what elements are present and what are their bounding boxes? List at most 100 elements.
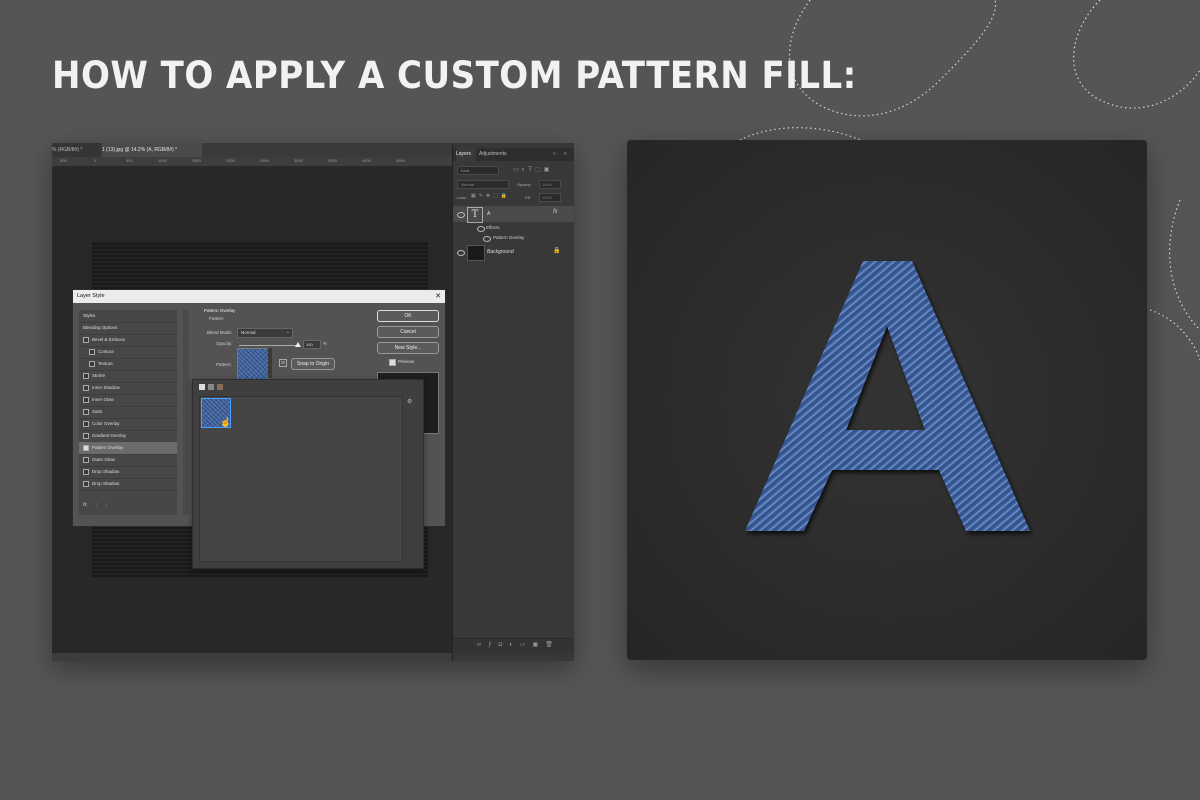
cancel-button[interactable]: Cancel [377, 326, 439, 338]
tab-adjustments[interactable]: Adjustments [479, 148, 513, 161]
text-layer-thumbnail-icon: T [467, 207, 483, 223]
styles-list: Styles Blending Options Bevel & Emboss C… [79, 310, 177, 515]
checkbox[interactable] [83, 456, 89, 463]
style-label: Texture [98, 361, 113, 366]
pattern-swatch[interactable] [237, 348, 269, 380]
style-label: Inner Glow [92, 397, 114, 402]
style-item-drop-shadow[interactable]: Drop Shadow [79, 478, 177, 491]
panel-menu-icon[interactable]: ≡ [564, 148, 574, 161]
checkbox[interactable] [83, 480, 89, 487]
style-label: Drop Shadow [92, 481, 120, 486]
list-view-icon[interactable] [208, 384, 214, 390]
document-tab[interactable]: % (RGB/8#) * [52, 143, 100, 157]
layer-row-a[interactable]: T A fx [453, 206, 574, 223]
style-label: Outer Glow [92, 457, 115, 462]
checkbox[interactable] [83, 336, 89, 343]
checkbox[interactable] [83, 432, 89, 439]
fx-menu-icon[interactable]: fx [83, 502, 87, 508]
document-tab-bar: % (RGB/8#) * 1 (13).jpg @ 14.2% (A, RGB/… [52, 143, 452, 157]
layer-action-icons[interactable]: ∞ƒ◘◐▭▣🗑 [477, 641, 560, 648]
opacity-label: Opacity: [216, 341, 233, 346]
ruler-label: 2000 [226, 158, 235, 163]
opacity-field[interactable]: 100% [539, 180, 561, 189]
checkbox[interactable] [83, 372, 89, 379]
kind-filter-select[interactable]: Kind [457, 166, 499, 175]
pattern-grid: ☝ [199, 396, 403, 562]
fx-icon[interactable]: fx [553, 209, 558, 215]
blend-mode-label: Blend Mode: [207, 330, 233, 335]
effect-eye-icon[interactable] [483, 236, 491, 242]
ruler-label: 500 [60, 158, 67, 163]
blend-mode-value: Normal [241, 330, 256, 335]
photoshop-window: % (RGB/8#) * 1 (13).jpg @ 14.2% (A, RGB/… [52, 143, 574, 661]
new-style-button[interactable]: New Style... [377, 342, 439, 354]
ok-button[interactable]: OK [377, 310, 439, 322]
blend-mode-dropdown[interactable]: Normal ⌄ [237, 328, 293, 338]
gear-icon[interactable]: ⚙ [407, 398, 412, 405]
dialog-title-bar: Layer Style [73, 290, 445, 303]
scroll-divider [183, 310, 189, 515]
denim-letter-graphic [627, 140, 1147, 660]
hand-cursor-icon: ☝ [220, 417, 232, 427]
pattern-dropdown-arrow[interactable] [268, 348, 272, 378]
preview-label: Preview [398, 359, 415, 364]
style-label: Color Overlay [92, 421, 120, 426]
checkbox[interactable] [83, 384, 89, 391]
lock-icon: 🔒 [553, 248, 561, 254]
opacity-input[interactable]: 100 [303, 340, 321, 349]
style-label: Blending Options [83, 325, 118, 330]
effects-row[interactable]: Effects [453, 223, 574, 233]
style-label: Styles [83, 313, 96, 318]
effects-eye-icon[interactable] [477, 226, 485, 232]
layer-row-background[interactable]: Background 🔒 [453, 244, 574, 261]
panel-collapse-icon[interactable]: » [553, 148, 563, 161]
preview-checkbox[interactable] [389, 359, 396, 366]
blend-mode-select[interactable]: Normal [457, 180, 509, 189]
layer-name: A [487, 211, 491, 217]
horizontal-ruler: 500 0 500 1000 1500 2000 2500 3000 3500 … [52, 157, 452, 167]
effects-label: Effects [486, 225, 500, 230]
document-tab-active[interactable]: 1 (13).jpg @ 14.2% (A, RGB/8#) * [102, 143, 202, 157]
style-label: Pattern Overlay [92, 445, 124, 450]
layers-panel: Layers Adjustments » ≡ Kind ▭◐T⬚▣ Normal… [452, 143, 574, 661]
pattern-overlay-effect-row[interactable]: Pattern Overlay [453, 233, 574, 243]
style-label: Stroke [92, 373, 106, 378]
checkbox[interactable] [89, 348, 95, 355]
visibility-eye-icon[interactable] [457, 212, 465, 218]
fill-value: 100% [542, 195, 553, 200]
tab-layers[interactable]: Layers [456, 148, 476, 161]
dialog-title: Layer Style [77, 293, 105, 299]
visibility-eye-icon[interactable] [457, 250, 465, 256]
checkbox[interactable] [83, 420, 89, 427]
ruler-label: 4500 [396, 158, 405, 163]
layer-filter-row: Kind ▭◐T⬚▣ [453, 166, 574, 175]
ruler-label: 1500 [192, 158, 201, 163]
checkbox[interactable] [83, 396, 89, 403]
checkbox[interactable] [89, 360, 95, 367]
layer-name: Background [487, 249, 514, 255]
pattern-label: Pattern: [216, 362, 232, 367]
status-bar [52, 653, 452, 661]
fill-field[interactable]: 100% [539, 193, 561, 202]
checkbox[interactable] [83, 408, 89, 415]
lock-fill-row: Lock: ▦✎✥⬚🔒 Fill: 100% [453, 193, 574, 202]
style-label: Contour [98, 349, 115, 354]
move-down-icon[interactable]: ↓ [105, 502, 108, 508]
move-up-icon[interactable]: ↑ [95, 502, 98, 508]
checkbox-checked[interactable] [83, 444, 89, 451]
close-icon[interactable]: ✕ [433, 290, 443, 303]
opacity-slider-handle[interactable] [295, 342, 301, 347]
checkbox[interactable] [83, 468, 89, 475]
swatch-view-icon[interactable] [199, 384, 205, 390]
opacity-input-value: 100 [306, 342, 313, 347]
filter-icons[interactable]: ▭◐T⬚▣ [513, 166, 552, 173]
recent-view-icon[interactable] [217, 384, 223, 390]
background-thumbnail [467, 245, 485, 261]
chevron-down-icon: ⌄ [285, 329, 290, 335]
lock-icons[interactable]: ▦✎✥⬚🔒 [471, 193, 510, 199]
opacity-slider-track[interactable] [239, 345, 299, 346]
snap-to-origin-button[interactable]: Snap to Origin [291, 358, 335, 370]
style-label: Drop Shadow [92, 469, 120, 474]
new-preset-icon[interactable]: ⊞ [279, 359, 287, 367]
ruler-label: 3500 [328, 158, 337, 163]
